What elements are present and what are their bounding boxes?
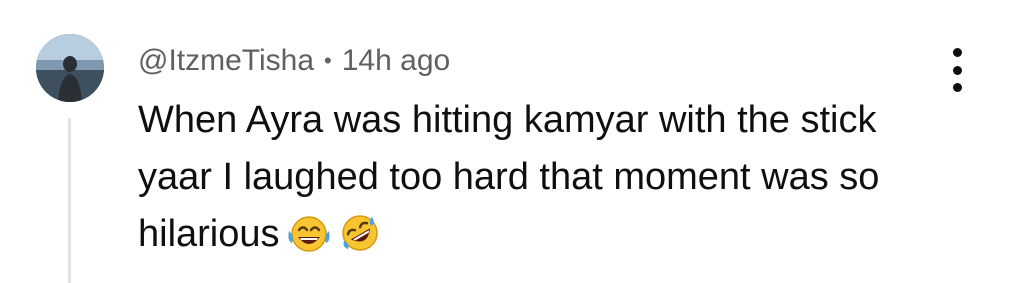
rolling-on-the-floor-laughing-icon — [338, 213, 382, 253]
comment-meta: @ItzmeTisha • 14h ago — [138, 41, 450, 81]
meta-separator: • — [324, 48, 332, 73]
comment-text-line: When Ayra was hitting kamyar with the st… — [138, 99, 877, 141]
more-dot — [952, 83, 962, 92]
thread-line — [68, 118, 71, 283]
face-with-tears-of-joy-icon — [286, 213, 332, 253]
comment-text: When Ayra was hitting kamyar with the st… — [138, 92, 938, 263]
comment-text-word: hilarious — [138, 213, 280, 255]
more-dot — [952, 65, 962, 75]
more-vertical-icon[interactable] — [945, 48, 969, 92]
comment-text-line: hilarious — [138, 206, 938, 263]
comment-time[interactable]: 14h ago — [342, 44, 450, 78]
more-dot — [952, 48, 962, 57]
comment-text-line: yaar I laughed too hard that moment was … — [138, 156, 880, 198]
author-name[interactable]: @ItzmeTisha — [138, 44, 314, 78]
avatar[interactable] — [36, 34, 104, 102]
